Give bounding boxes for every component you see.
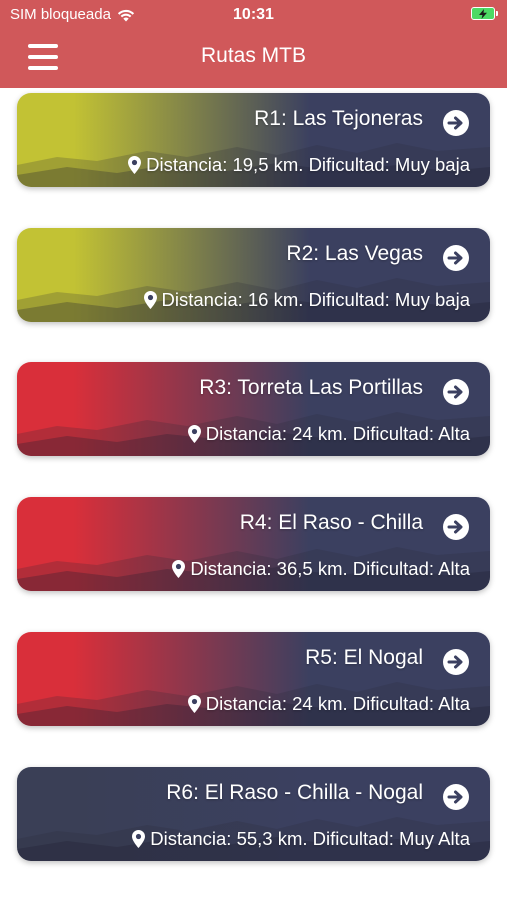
map-pin-icon (187, 425, 201, 443)
route-card[interactable]: R5: El Nogal Distancia: 24 km. Dificultad… (17, 632, 490, 726)
route-title: R6: El Raso - Chilla - Nogal (166, 781, 423, 804)
route-info-text: Distancia: 16 km. Dificultad: Muy baja (161, 289, 470, 310)
arrow-right-circle-icon[interactable] (442, 783, 470, 811)
route-info-text: Distancia: 24 km. Dificultad: Alta (205, 693, 470, 714)
map-pin-icon (172, 560, 186, 578)
route-card[interactable]: R4: El Raso - Chilla Distancia: 36,5 km. … (17, 497, 490, 591)
route-title: R3: Torreta Las Portillas (199, 376, 423, 399)
route-title: R5: El Nogal (305, 646, 423, 669)
route-info: Distancia: 19,5 km. Dificultad: Muy baja (128, 154, 470, 176)
map-pin-icon (143, 291, 157, 309)
arrow-right-circle-icon[interactable] (442, 378, 470, 406)
route-info: Distancia: 24 km. Dificultad: Alta (187, 693, 470, 715)
route-info-text: Distancia: 24 km. Dificultad: Alta (205, 423, 470, 444)
status-time: 10:31 (233, 6, 274, 23)
route-info: Distancia: 55,3 km. Dificultad: Muy Alta (132, 828, 470, 850)
route-card[interactable]: R1: Las Tejoneras Distancia: 19,5 km. Dif… (17, 93, 490, 187)
route-card[interactable]: R2: Las Vegas Distancia: 16 km. Dificulta… (17, 228, 490, 322)
map-pin-icon (132, 830, 146, 848)
route-info: Distancia: 24 km. Dificultad: Alta (187, 423, 470, 445)
arrow-right-circle-icon[interactable] (442, 109, 470, 137)
route-title: R1: Las Tejoneras (254, 107, 423, 130)
battery-charging-icon (471, 7, 498, 20)
route-title: R2: Las Vegas (286, 242, 423, 265)
route-info-text: Distancia: 55,3 km. Dificultad: Muy Alta (150, 828, 470, 849)
arrow-right-circle-icon[interactable] (442, 648, 470, 676)
route-info-text: Distancia: 19,5 km. Dificultad: Muy baja (146, 154, 470, 175)
route-title: R4: El Raso - Chilla (239, 511, 423, 534)
status-bar: SIM bloqueada 10:31 (0, 0, 507, 30)
arrow-right-circle-icon[interactable] (442, 244, 470, 272)
arrow-right-circle-icon[interactable] (442, 513, 470, 541)
route-card[interactable]: R3: Torreta Las Portillas Distancia: 24 k… (17, 362, 490, 456)
route-card[interactable]: R6: El Raso - Chilla - Nogal Distancia: 5… (17, 767, 490, 861)
app-header: SIM bloqueada 10:31 Rutas MTB (0, 0, 507, 88)
map-pin-icon (128, 156, 142, 174)
map-pin-icon (187, 695, 201, 713)
route-info-text: Distancia: 36,5 km. Dificultad: Alta (190, 558, 470, 579)
route-info: Distancia: 36,5 km. Dificultad: Alta (172, 558, 470, 580)
route-info: Distancia: 16 km. Dificultad: Muy baja (143, 289, 470, 311)
page-title: Rutas MTB (200, 44, 307, 67)
